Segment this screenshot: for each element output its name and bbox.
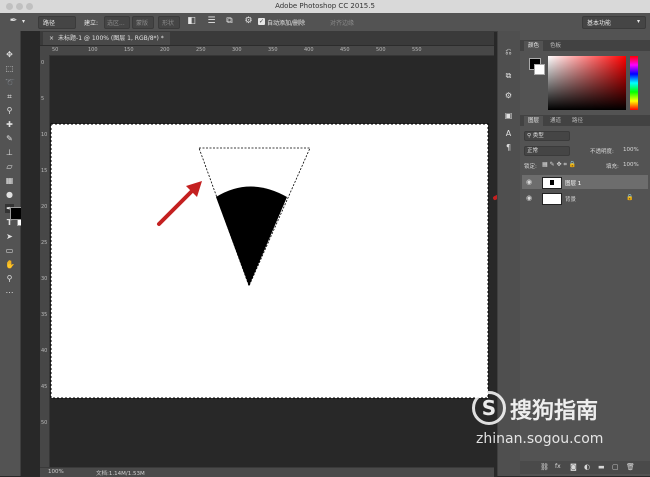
v-ruler-label: 30 [41,276,48,282]
v-ruler-label: 45 [41,384,48,390]
fill-label: 填充: [606,164,619,170]
adjustments-panel-icon[interactable]: ⚙ [504,91,513,100]
v-ruler-label: 50 [41,420,48,426]
history-panel-icon[interactable]: ⎌ [504,47,513,56]
lock-icon: 🔒 [626,194,634,201]
h-ruler-label: 100 [88,47,98,53]
character-panel-icon[interactable]: A [504,129,513,138]
v-ruler-label: 20 [41,204,48,210]
v-ruler-label: 5 [41,96,45,102]
opacity-value[interactable]: 100% [623,147,639,153]
v-ruler-label: 10 [41,132,48,138]
watermark-url: zhinan.sogou.com [476,431,604,447]
tab-paths[interactable]: 路径 [568,116,587,126]
layer-name: 图层 1 [565,181,582,187]
properties-panel-icon[interactable]: ⧉ [504,71,513,80]
sogou-watermark: S 搜狗指南 zhinan.sogou.com [470,387,650,452]
add-mask-icon[interactable]: ◙ [570,463,577,471]
lock-icons[interactable]: ▦ ✎ ✥ ⌗ 🔒 [542,161,576,169]
h-ruler-label: 200 [160,47,170,53]
zoom-level[interactable]: 100% [48,469,64,475]
v-ruler-label: 35 [41,312,48,318]
h-ruler-label: 350 [268,47,278,53]
link-layers-icon[interactable]: ⛓ [540,463,549,471]
v-ruler-label: 0 [41,60,45,66]
h-ruler-label: 450 [340,47,350,53]
h-ruler-label: 150 [124,47,134,53]
fill-value[interactable]: 100% [623,162,639,168]
blend-mode-select[interactable]: 正常 [524,146,570,156]
tab-channels[interactable]: 通道 [546,116,565,126]
layer-kind-filter[interactable]: ⚲ 类型 [524,131,570,141]
new-group-icon[interactable]: ▬ [598,463,605,471]
selection-marquee [50,123,489,399]
h-ruler-label: 400 [304,47,314,53]
h-ruler-label: 50 [52,47,59,53]
layers-panel-tabs: 图层 通道 路径 [520,115,650,126]
tab-swatches[interactable]: 色板 [546,41,565,51]
color-panel-bg-swatch[interactable] [534,64,545,75]
layer-name: 背景 [565,197,577,203]
layer-thumbnail [542,193,562,205]
layer-row-selected[interactable]: ◉ 图层 1 [522,175,648,189]
h-ruler-label: 250 [196,47,206,53]
red-arrow-canvas [157,181,202,226]
opacity-label: 不透明度: [590,149,614,155]
layer-row[interactable]: ◉ 背景 🔒 [522,191,648,205]
adjustment-layer-icon[interactable]: ◐ [584,463,590,471]
hue-slider[interactable] [630,56,638,110]
tab-color[interactable]: 颜色 [524,41,544,51]
eye-icon[interactable]: ◉ [526,178,532,186]
color-picker-field[interactable] [548,56,626,110]
new-layer-icon[interactable]: ▢ [612,463,619,471]
paragraph-panel-icon[interactable]: ¶ [504,143,513,152]
h-ruler-label: 500 [376,47,386,53]
v-ruler-label: 15 [41,168,48,174]
tab-layers[interactable]: 图层 [524,116,544,126]
fx-icon[interactable]: fx [555,463,561,470]
v-ruler-label: 25 [41,240,48,246]
watermark-brand: 搜狗指南 [510,399,599,424]
libraries-panel-icon[interactable]: ▣ [504,111,513,120]
h-ruler-label: 300 [232,47,242,53]
layer-thumbnail [542,177,562,189]
sogou-logo-icon: S [472,391,506,425]
eye-icon[interactable]: ◉ [526,194,532,202]
color-panel-tabs: 颜色 色板 [520,40,650,51]
delete-layer-icon[interactable]: 🗑 [626,463,635,471]
h-ruler-label: 550 [412,47,422,53]
lock-label: 锁定: [524,164,537,170]
v-ruler-label: 40 [41,348,48,354]
black-wedge-shape [216,186,287,286]
layers-panel-footer: ⛓ fx ◙ ◐ ▬ ▢ 🗑 [520,461,650,474]
